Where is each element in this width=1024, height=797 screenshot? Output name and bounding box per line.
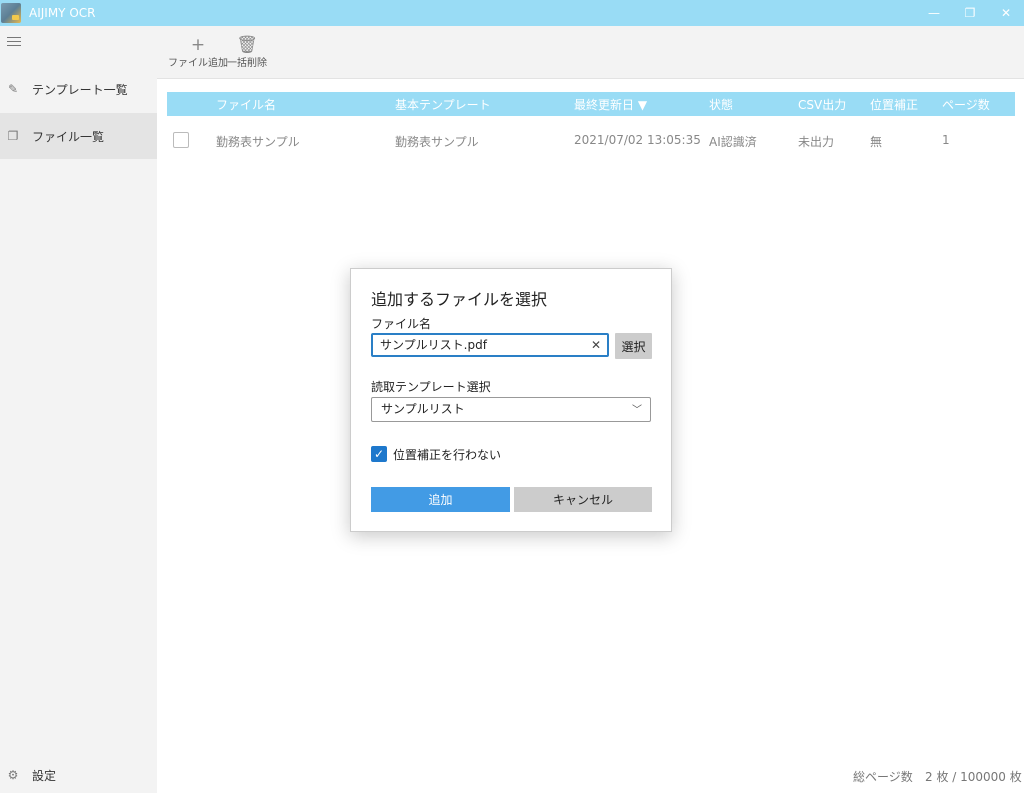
table-row[interactable]: 勤務表サンプル 勤務表サンプル 2021/07/02 13:05:35 AI認識… — [167, 116, 1015, 164]
sidebar-item-templates[interactable]: ✎ テンプレート一覧 — [0, 66, 157, 112]
clear-icon[interactable]: ✕ — [591, 335, 601, 355]
template-select-value: サンプルリスト — [381, 402, 465, 416]
sidebar-item-label: 設定 — [32, 768, 57, 783]
column-header-template[interactable]: 基本テンプレート — [395, 96, 491, 113]
app-title: AIJIMY OCR — [29, 6, 96, 20]
checkmark-icon: ✓ — [373, 447, 385, 461]
column-header-page-count[interactable]: ページ数 — [942, 96, 990, 113]
sidebar: ✎ テンプレート一覧 ❐ ファイル一覧 ⚙ 設定 — [0, 26, 157, 793]
toolbar: + ファイル追加 🗑 一括削除 — [157, 26, 1024, 79]
app-logo-icon — [1, 3, 21, 23]
cell-page-count: 1 — [942, 133, 950, 147]
restore-button[interactable]: ❐ — [952, 0, 988, 26]
row-checkbox[interactable] — [173, 132, 189, 148]
template-edit-icon: ✎ — [7, 82, 19, 96]
bulk-delete-label: 一括削除 — [227, 58, 267, 69]
window-controls: — ❐ ✕ — [916, 0, 1024, 26]
add-file-label: ファイル追加 — [168, 58, 228, 69]
no-position-correction-checkbox[interactable]: ✓ — [371, 446, 387, 462]
total-pages-label: 総ページ数 — [853, 770, 913, 784]
table-header: ファイル名 基本テンプレート 最終更新日 ▼ 状態 CSV出力 位置補正 ページ… — [167, 92, 1015, 116]
template-select[interactable]: サンプルリスト ﹀ — [371, 397, 651, 422]
total-pages-value: 2 枚 / 100000 枚 — [925, 770, 1022, 784]
file-name-value: サンプルリスト.pdf — [380, 338, 487, 352]
column-header-status[interactable]: 状態 — [709, 96, 733, 113]
no-position-correction-label[interactable]: 位置補正を行わない — [393, 446, 501, 463]
cell-status: AI認識済 — [709, 135, 757, 149]
file-name-label: ファイル名 — [371, 317, 432, 331]
dialog-title: 追加するファイルを選択 — [371, 290, 548, 309]
cell-position-correction: 無 — [870, 135, 883, 149]
cell-template: 勤務表サンプル — [395, 135, 479, 149]
trash-icon: 🗑 — [236, 35, 258, 55]
sidebar-item-label: テンプレート一覧 — [32, 82, 128, 97]
template-select-label: 読取テンプレート選択 — [371, 380, 491, 394]
cell-file-name: 勤務表サンプル — [216, 135, 300, 149]
hamburger-menu-icon[interactable] — [7, 37, 21, 49]
column-header-position-correction[interactable]: 位置補正 — [870, 96, 918, 113]
file-name-input[interactable]: サンプルリスト.pdf ✕ — [371, 333, 609, 357]
add-file-dialog: 追加するファイルを選択 ファイル名 サンプルリスト.pdf ✕ 選択 読取テンプ… — [350, 268, 672, 532]
sidebar-item-settings[interactable]: ⚙ 設定 — [0, 753, 157, 797]
gear-icon: ⚙ — [7, 768, 19, 782]
plus-icon: + — [190, 35, 206, 55]
bulk-delete-button[interactable]: 🗑 一括削除 — [227, 36, 267, 69]
minimize-button[interactable]: — — [916, 0, 952, 26]
cell-last-updated: 2021/07/02 13:05:35 — [574, 133, 701, 147]
sidebar-item-label: ファイル一覧 — [32, 129, 105, 144]
choose-file-button[interactable]: 選択 — [615, 333, 652, 359]
column-header-last-updated[interactable]: 最終更新日 ▼ — [574, 96, 647, 113]
column-header-file-name[interactable]: ファイル名 — [216, 96, 276, 113]
sidebar-item-files[interactable]: ❐ ファイル一覧 — [0, 113, 157, 159]
close-button[interactable]: ✕ — [988, 0, 1024, 26]
column-header-csv-output[interactable]: CSV出力 — [798, 96, 846, 113]
add-file-button[interactable]: + ファイル追加 — [168, 36, 228, 69]
title-bar: AIJIMY OCR — ❐ ✕ — [0, 0, 1024, 26]
add-button[interactable]: 追加 — [371, 487, 510, 512]
file-list-icon: ❐ — [7, 129, 19, 143]
cancel-button[interactable]: キャンセル — [514, 487, 652, 512]
cell-csv-output: 未出力 — [798, 135, 835, 149]
chevron-down-icon: ﹀ — [632, 405, 642, 416]
